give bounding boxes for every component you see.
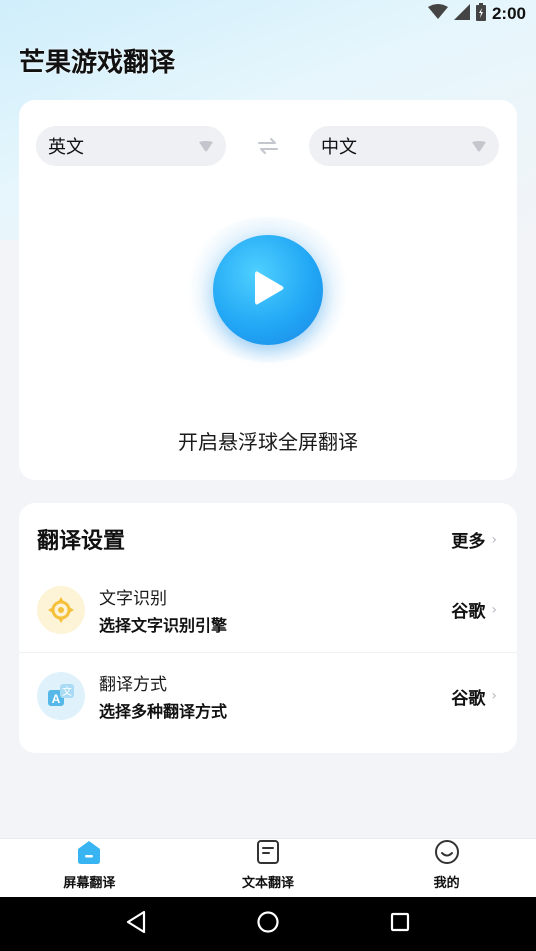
setting-mode-title: 翻译方式 (99, 675, 167, 695)
svg-text:文: 文 (62, 685, 72, 698)
document-icon (255, 839, 281, 869)
back-button[interactable] (116, 904, 156, 944)
more-link[interactable]: 更多 › (451, 527, 497, 553)
signal-icon (453, 4, 470, 24)
setting-ocr-title: 文字识别 (99, 588, 167, 609)
smile-icon (434, 839, 460, 869)
translation-card: 英文 中文 开启悬浮球全屏翻译 (19, 100, 517, 480)
chevron-down-icon (471, 136, 487, 157)
home-icon (76, 839, 102, 869)
chevron-right-icon: › (491, 688, 497, 704)
svg-text:A: A (52, 692, 61, 706)
translate-icon: A 文 (37, 672, 85, 720)
tab-screen-translate[interactable]: 屏幕翻译 (0, 839, 179, 897)
setting-row-ocr[interactable]: 文字识别 选择文字识别引擎 谷歌 › (19, 567, 517, 653)
setting-ocr-value: 谷歌 › (451, 597, 497, 623)
system-navigation-bar (0, 897, 536, 951)
setting-ocr-subtitle: 选择文字识别引擎 (99, 615, 228, 635)
settings-title: 翻译设置 (37, 529, 126, 554)
battery-icon (475, 3, 486, 25)
tab-text-translate[interactable]: 文本翻译 (179, 839, 358, 897)
setting-mode-value: 谷歌 › (451, 684, 497, 709)
back-triangle-icon (125, 910, 147, 938)
source-language-label: 英文 (48, 137, 84, 158)
source-language-select[interactable]: 英文 (36, 126, 226, 166)
chevron-down-icon (198, 136, 214, 157)
setting-ocr-value-label: 谷歌 (451, 602, 486, 622)
start-floating-ball-button[interactable] (213, 235, 323, 345)
swap-languages-icon[interactable] (257, 136, 279, 160)
app-title: 芒果游戏翻译 (19, 48, 176, 78)
ocr-target-icon (37, 585, 85, 634)
home-circle-icon (256, 910, 280, 938)
tab-mine[interactable]: 我的 (357, 839, 536, 897)
recents-square-icon (389, 911, 411, 937)
tab-text-translate-label: 文本翻译 (242, 876, 295, 891)
settings-card: 翻译设置 更多 › 文字识别 选择文字识别引擎 谷歌 › A 文 翻译方式 选择… (19, 503, 517, 753)
play-button-area (183, 217, 353, 362)
tab-mine-label: 我的 (433, 876, 460, 891)
setting-mode-subtitle: 选择多种翻译方式 (99, 702, 228, 721)
recents-button[interactable] (380, 904, 420, 944)
setting-row-translate-mode[interactable]: A 文 翻译方式 选择多种翻译方式 谷歌 › (19, 653, 517, 739)
status-time: 2:00 (491, 4, 526, 23)
target-language-label: 中文 (321, 137, 357, 158)
start-floating-ball-label: 开启悬浮球全屏翻译 (178, 430, 358, 454)
play-icon (250, 268, 286, 312)
more-label: 更多 (451, 532, 486, 552)
setting-mode-value-label: 谷歌 (451, 688, 486, 709)
status-bar: 2:00 (0, 0, 536, 28)
tab-screen-translate-label: 屏幕翻译 (63, 876, 116, 891)
target-language-select[interactable]: 中文 (309, 126, 499, 166)
wifi-icon (427, 4, 448, 24)
bottom-tab-bar: 屏幕翻译 文本翻译 我的 (0, 838, 536, 897)
home-button[interactable] (248, 904, 288, 944)
chevron-right-icon: › (491, 601, 497, 618)
chevron-right-icon: › (491, 531, 497, 548)
